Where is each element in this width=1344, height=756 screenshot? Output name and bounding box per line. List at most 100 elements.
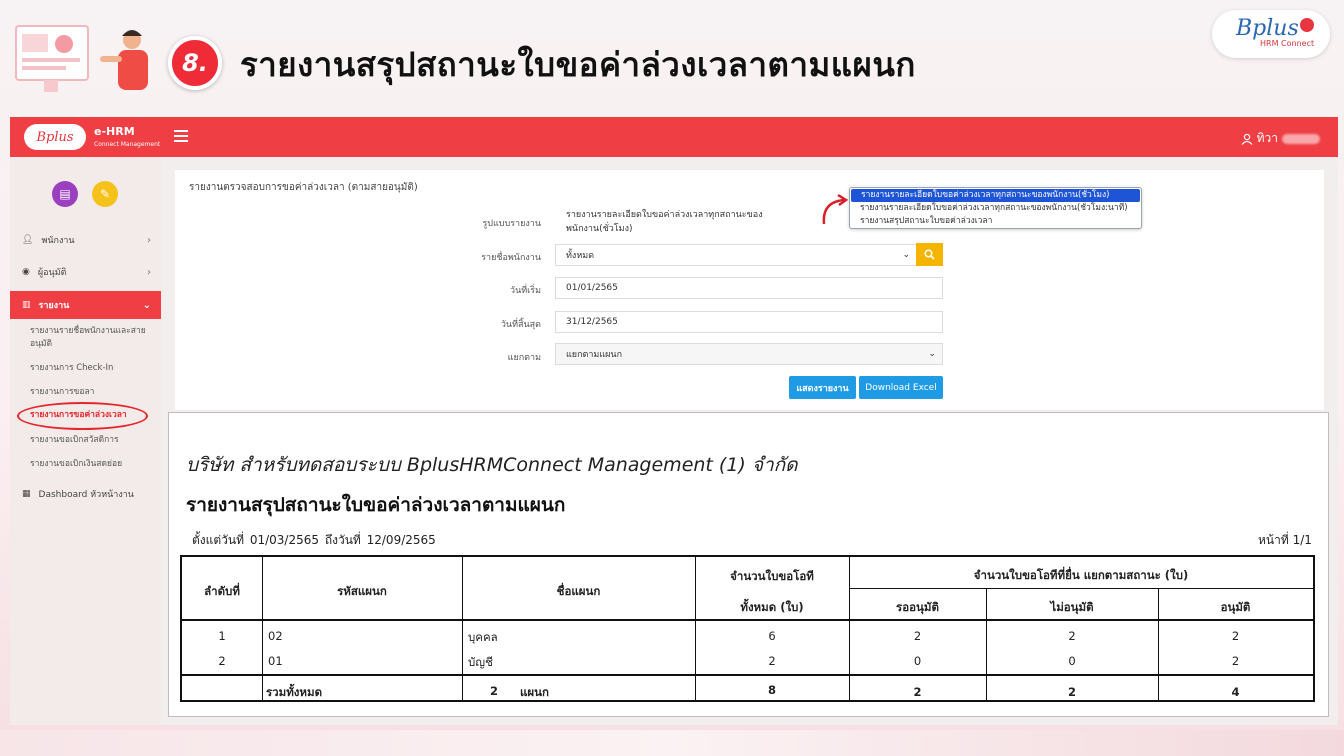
table-divider <box>849 588 1313 589</box>
brand-dot-icon <box>1300 18 1314 32</box>
row1-name: บุคคล <box>468 630 498 644</box>
start-date-label: วันที่เริ่ม <box>510 286 541 296</box>
step-number-badge: 8. <box>168 36 222 90</box>
start-date-input[interactable]: 01/01/2565 <box>555 277 943 299</box>
show-report-button[interactable]: แสดงรายงาน <box>789 376 856 399</box>
sidebar-item-dashboard[interactable]: ▦ Dashboard หัวหน้างาน <box>10 483 161 505</box>
quick-document-button[interactable]: ▤ <box>52 181 78 207</box>
brand-logo-text: Bplus <box>1236 16 1299 41</box>
report-title: รายงานสรุปสถานะใบขอค่าล่วงเวลาตามแผนก <box>186 494 566 516</box>
summary-pending: 2 <box>913 685 922 699</box>
format-option-status-summary[interactable]: รายงานสรุปสถานะใบขอค่าล่วงเวลา <box>850 215 1141 228</box>
user-name: ทิวา <box>1256 131 1278 145</box>
sidebar-item-report[interactable]: ▥ รายงาน ⌄ <box>10 291 161 319</box>
header-approved: อนุมัติ <box>1220 600 1251 614</box>
format-label: รูปแบบรายงาน <box>482 219 541 229</box>
end-date-input[interactable]: 31/12/2565 <box>555 311 943 333</box>
brand-logo: Bplus HRM Connect <box>1212 10 1330 58</box>
highlight-ellipse <box>17 402 148 430</box>
row1-rejected: 2 <box>1068 629 1076 643</box>
person-icon: 👤︎ <box>22 235 34 245</box>
sidebar-item-label: รายงาน <box>38 301 70 311</box>
header-dept-name: ชื่อแผนก <box>556 584 601 598</box>
sidebar-subitem-checkin-report[interactable]: รายงานการ Check-In <box>30 362 154 375</box>
employee-select[interactable]: ทั้งหมด ⌄ <box>555 244 917 266</box>
bottom-decoration <box>0 730 1344 756</box>
user-icon <box>1241 133 1253 145</box>
sidebar-item-employee[interactable]: 👤︎ พนักงาน › <box>10 229 161 251</box>
end-date-label: วันที่สิ้นสุด <box>500 320 541 330</box>
hamburger-menu-icon[interactable] <box>174 130 188 142</box>
presenter-illustration <box>14 22 154 94</box>
sidebar-subitem-pettycash-report[interactable]: รายงานขอเบิกเงินสดย่อย <box>30 458 154 471</box>
summary-total: 8 <box>767 683 776 697</box>
sidebar-subitem-welfare-report[interactable]: รายงานขอเบิกสวัสดิการ <box>30 434 154 447</box>
header-pending: รออนุมัติ <box>896 600 939 614</box>
slide-title: รายงานสรุปสถานะใบขอค่าล่วงเวลาตามแผนก <box>240 45 916 84</box>
brand-logo-subtext: HRM Connect <box>1260 39 1315 48</box>
sidebar-item-label: Dashboard หัวหน้างาน <box>38 490 134 500</box>
app-logo[interactable]: Bplus <box>24 124 86 150</box>
report-page-number: หน้าที่ 1/1 <box>1258 533 1312 547</box>
row1-no: 1 <box>218 629 226 643</box>
header-status-group: จำนวนใบขอโอทีที่ยื่น แยกตามสถานะ (ใบ) <box>973 568 1189 582</box>
header-rejected: ไม่อนุมัติ <box>1050 600 1094 614</box>
quick-edit-button[interactable]: ✎ <box>92 181 118 207</box>
row2-code: 01 <box>268 654 283 668</box>
app-name: e-HRM Connect Management <box>94 126 160 150</box>
summary-rejected: 2 <box>1067 685 1076 699</box>
sidebar-item-approver[interactable]: ◉ ผู้อนุมัติ › <box>10 261 161 283</box>
app-top-bar: Bplus e-HRM Connect Management ทิวา <box>10 117 1338 157</box>
sidebar-subitem-leave-report[interactable]: รายงานการขอลา <box>30 386 154 399</box>
row2-approved: 2 <box>1231 654 1240 668</box>
employee-label: รายชื่อพนักงาน <box>481 253 541 263</box>
format-option-detail-hours[interactable]: รายงานรายละเอียดใบขอค่าล่วงเวลาทุกสถานะข… <box>851 189 1140 202</box>
row2-total: 2 <box>768 654 776 668</box>
table-divider <box>182 619 1313 621</box>
app-name-title: e-HRM <box>94 125 135 138</box>
report-table: ลำดับที่ รหัสแผนก ชื่อแผนก จำนวนใบขอโอที… <box>180 555 1315 702</box>
header-total-line2: ทั้งหมด (ใบ) <box>740 600 804 614</box>
row2-rejected: 0 <box>1068 654 1076 668</box>
curved-arrow-icon <box>822 193 849 225</box>
sidebar-item-label: ผู้อนุมัติ <box>37 268 67 278</box>
dashboard-icon: ▦ <box>22 489 31 499</box>
format-dropdown-list: รายงานรายละเอียดใบขอค่าล่วงเวลาทุกสถานะข… <box>849 187 1142 229</box>
row2-name: บัญชี <box>468 655 493 669</box>
sidebar-item-label: พนักงาน <box>41 236 75 246</box>
summary-label: รวมทั้งหมด <box>266 685 323 699</box>
download-excel-button[interactable]: Download Excel <box>859 376 943 399</box>
summary-dept-count: 2 <box>490 684 499 698</box>
summary-approved: 4 <box>1231 685 1240 699</box>
user-menu[interactable]: ทิวา <box>1241 129 1320 148</box>
chevron-down-icon: ⌄ <box>902 250 910 260</box>
employee-search-button[interactable] <box>916 243 943 266</box>
app-name-subtitle: Connect Management <box>94 141 161 148</box>
search-icon <box>924 249 935 260</box>
header-no: ลำดับที่ <box>204 584 240 598</box>
row2-no: 2 <box>218 654 226 668</box>
presentation-board-icon <box>15 25 148 92</box>
format-option-detail-hours-minutes[interactable]: รายงานรายละเอียดใบขอค่าล่วงเวลาทุกสถานะข… <box>850 202 1141 215</box>
table-divider <box>182 674 1313 676</box>
chevron-right-icon: › <box>147 266 151 278</box>
split-by-select[interactable]: แยกตามแผนก ⌄ <box>555 343 943 365</box>
sidebar-subitem-employee-approver-report[interactable]: รายงานรายชื่อพนักงานและสายอนุมัติ <box>30 325 154 351</box>
row1-code: 02 <box>268 629 283 643</box>
document-icon: ▤ <box>59 187 71 201</box>
chevron-down-icon: ⌄ <box>142 299 151 311</box>
header-dept-code: รหัสแผนก <box>337 584 387 598</box>
row2-pending: 0 <box>913 654 922 668</box>
chevron-right-icon: › <box>147 234 151 246</box>
table-divider <box>462 557 463 700</box>
row1-total: 6 <box>768 629 776 643</box>
format-select[interactable]: รายงานรายละเอียดใบขอค่าล่วงเวลาทุกสถานะข… <box>555 210 817 234</box>
summary-dept-unit: แผนก <box>520 685 549 699</box>
form-title: รายงานตรวจสอบการขอค่าล่วงเวลา (ตามสายอนุ… <box>189 182 418 193</box>
approver-icon: ◉ <box>22 267 30 277</box>
report-company-name: บริษัท สำหรับทดสอบระบบ BplusHRMConnect M… <box>186 454 798 476</box>
header-total-line1: จำนวนใบขอโอที <box>730 569 814 583</box>
table-divider <box>262 557 263 700</box>
sidebar: ▤ ✎ 👤︎ พนักงาน › ◉ ผู้อนุมัติ › ▥ รายงาน… <box>10 157 161 725</box>
chevron-down-icon: ⌄ <box>928 349 936 359</box>
